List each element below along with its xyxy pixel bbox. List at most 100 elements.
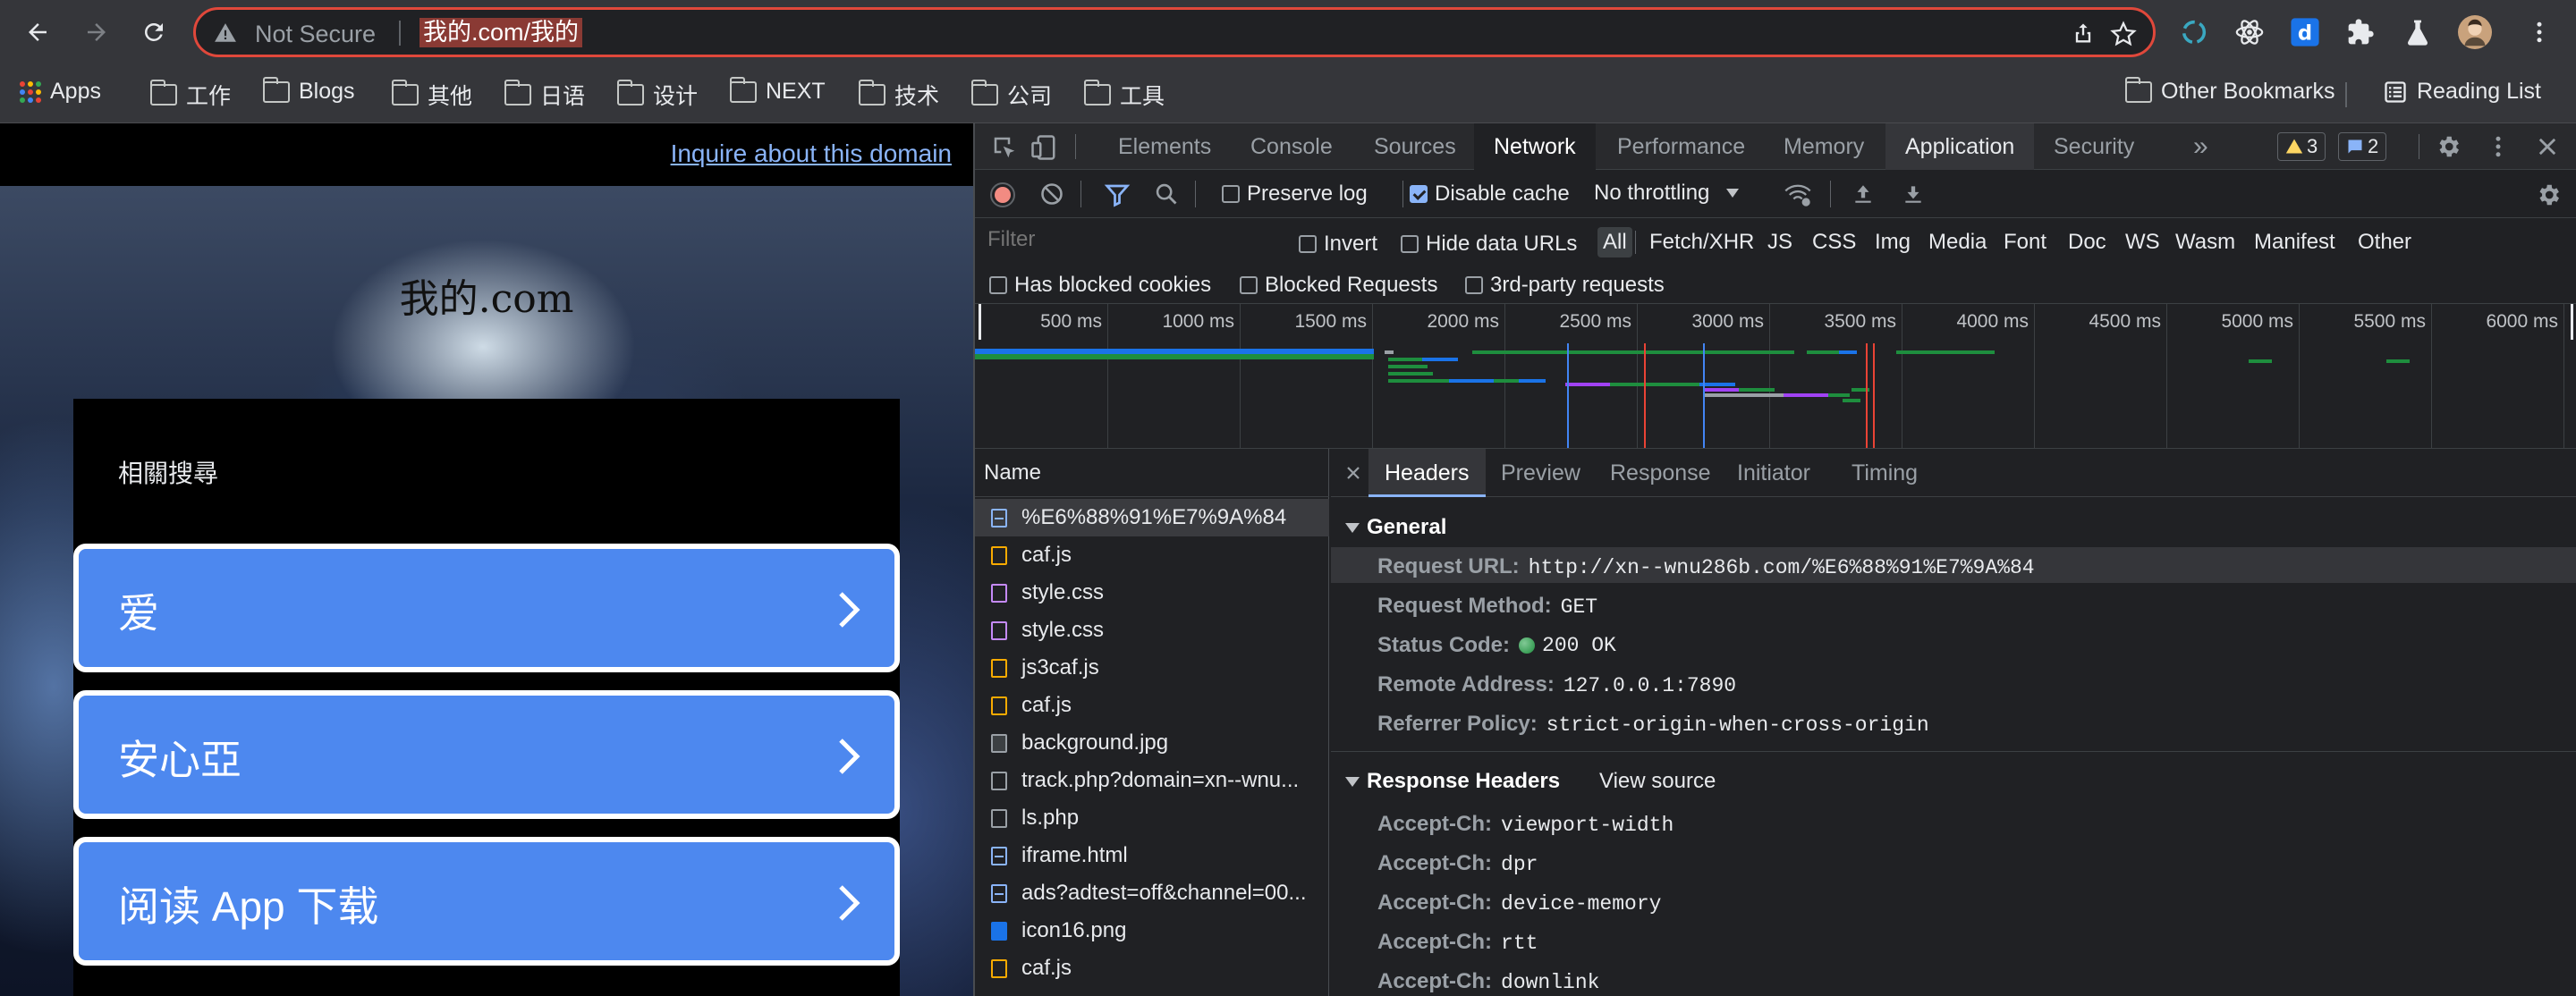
preserve-log-checkbox[interactable] [1222,184,1240,203]
bookmark-folder[interactable]: 日语 [504,79,585,111]
tab-console[interactable]: Console [1231,123,1352,170]
url-text[interactable]: 我的.com/我的 [419,18,583,47]
filter-type-doc[interactable]: Doc [2063,227,2112,257]
tab-security[interactable]: Security [2034,123,2154,170]
export-har-icon[interactable] [1902,181,1925,207]
messages-badge[interactable]: 2 [2338,132,2387,161]
request-row[interactable]: caf.js [975,536,1329,574]
bookmark-folder[interactable]: 工作 [149,79,231,111]
more-tabs-button[interactable]: » [2174,123,2228,170]
sync-extension-icon[interactable] [2177,15,2211,49]
third-party-toggle[interactable]: 3rd-party requests [1465,272,1665,298]
close-details-icon[interactable] [1345,465,1361,481]
response-headers-toggle[interactable]: Response Headers [1345,769,1560,794]
request-row[interactable]: icon16.png [975,912,1329,950]
request-row[interactable]: track.php?domain=xn--wnu... [975,762,1329,799]
disable-cache-toggle[interactable]: Disable cache [1410,181,1570,207]
tab-sources[interactable]: Sources [1354,123,1476,170]
filter-type-media[interactable]: Media [1923,227,1992,257]
react-devtools-icon[interactable] [2233,15,2267,49]
filter-type-all[interactable]: All [1597,227,1632,257]
bookmark-folder[interactable]: Blogs [262,76,355,105]
request-row[interactable]: js3caf.js [975,649,1329,687]
response-header-row[interactable]: Accept-Ch: downlink [1377,969,1599,994]
bookmark-folder[interactable]: 工具 [1083,79,1165,111]
network-overview-timeline[interactable]: 500 ms 1000 ms 1500 ms 2000 ms 2500 ms 3… [975,304,2576,449]
clear-icon[interactable] [1039,181,1064,207]
inquire-domain-link[interactable]: Inquire about this domain [671,139,952,168]
tab-memory[interactable]: Memory [1764,123,1884,170]
profile-avatar[interactable] [2458,15,2492,49]
throttling-select[interactable]: No throttling [1594,181,1740,206]
timeline-start-handle[interactable] [979,304,981,340]
blocked-requests-toggle[interactable]: Blocked Requests [1240,272,1437,298]
tab-performance[interactable]: Performance [1597,123,1765,170]
filter-type-css[interactable]: CSS [1807,227,1861,257]
preserve-log-toggle[interactable]: Preserve log [1222,181,1368,207]
filter-type-font[interactable]: Font [1998,227,2052,257]
invert-toggle[interactable]: Invert [1299,231,1377,257]
request-row[interactable]: style.css [975,574,1329,612]
tab-network[interactable]: Network [1474,123,1596,170]
bookmark-folder[interactable]: NEXT [729,76,826,105]
filter-input[interactable] [982,224,1277,256]
tab-application[interactable]: Application [1885,123,2035,170]
reading-list[interactable]: Reading List [2383,79,2541,105]
warnings-badge[interactable]: 3 [2277,132,2326,161]
bookmark-folder[interactable]: 其他 [391,79,472,111]
name-column-header[interactable]: Name [975,449,1329,497]
general-section-toggle[interactable]: General [1345,515,1446,540]
header-row-request-method[interactable]: Request Method: GET [1377,594,1597,619]
disable-cache-checkbox[interactable] [1410,184,1428,203]
response-header-row[interactable]: Accept-Ch: viewport-width [1377,812,1674,837]
header-row-request-url[interactable]: Request URL: http://xn--wnu286b.com/%E6%8… [1377,554,2035,579]
request-row[interactable]: caf.js [975,687,1329,724]
devtools-menu-icon[interactable] [2485,133,2512,160]
header-row-referrer-policy[interactable]: Referrer Policy: strict-origin-when-cross… [1377,712,1929,737]
settings-gear-icon[interactable] [2435,133,2462,160]
share-icon[interactable] [2071,21,2096,46]
response-header-row[interactable]: Accept-Ch: dpr [1377,851,1538,876]
search-link-button[interactable]: 安心亞 [73,690,900,819]
search-link-button[interactable]: 阅读 App 下载 [73,837,900,966]
hide-data-urls-checkbox[interactable] [1401,234,1419,253]
filter-type-js[interactable]: JS [1762,227,1798,257]
request-row[interactable]: style.css [975,612,1329,649]
filter-type-img[interactable]: Img [1869,227,1916,257]
response-header-row[interactable]: Accept-Ch: device-memory [1377,890,1661,916]
search-icon[interactable] [1154,181,1179,207]
header-row-status-code[interactable]: Status Code: 200 OK [1377,633,1616,658]
close-devtools-icon[interactable] [2535,134,2560,159]
filter-type-manifest[interactable]: Manifest [2249,227,2341,257]
inspect-element-icon[interactable] [991,134,1018,161]
hide-data-urls-toggle[interactable]: Hide data URLs [1401,231,1577,257]
forward-button[interactable] [77,13,116,52]
filter-type-wasm[interactable]: Wasm [2170,227,2241,257]
request-row[interactable]: ads?adtest=off&channel=00... [975,874,1329,912]
record-button[interactable] [989,181,1016,208]
timeline-end-handle[interactable] [2571,304,2573,340]
back-button[interactable] [18,13,57,52]
has-blocked-cookies-checkbox[interactable] [989,275,1007,294]
view-source-link[interactable]: View source [1599,769,1716,794]
header-row-remote-address[interactable]: Remote Address: 127.0.0.1:7890 [1377,672,1736,697]
other-bookmarks[interactable]: Other Bookmarks [2124,76,2335,105]
device-toolbar-icon[interactable] [1030,134,1057,161]
dictionary-extension-icon[interactable]: d [2288,15,2322,49]
tab-timing[interactable]: Timing [1835,449,1934,497]
request-row[interactable]: caf.js [975,950,1329,987]
has-blocked-cookies-toggle[interactable]: Has blocked cookies [989,272,1211,298]
request-row[interactable]: background.jpg [975,724,1329,762]
tab-response[interactable]: Response [1594,449,1727,497]
bookmark-folder[interactable]: 公司 [970,79,1052,111]
labs-flask-icon[interactable] [2401,15,2435,49]
browser-menu-icon[interactable] [2522,15,2556,49]
blocked-requests-checkbox[interactable] [1240,275,1258,294]
tab-elements[interactable]: Elements [1098,123,1231,170]
network-settings-icon[interactable] [2535,181,2562,208]
filter-type-fetch-xhr[interactable]: Fetch/XHR [1644,227,1759,257]
bookmark-folder[interactable]: 技术 [858,79,939,111]
tab-preview[interactable]: Preview [1485,449,1597,497]
reload-button[interactable] [134,13,174,52]
security-label[interactable]: Not Secure [255,21,376,48]
